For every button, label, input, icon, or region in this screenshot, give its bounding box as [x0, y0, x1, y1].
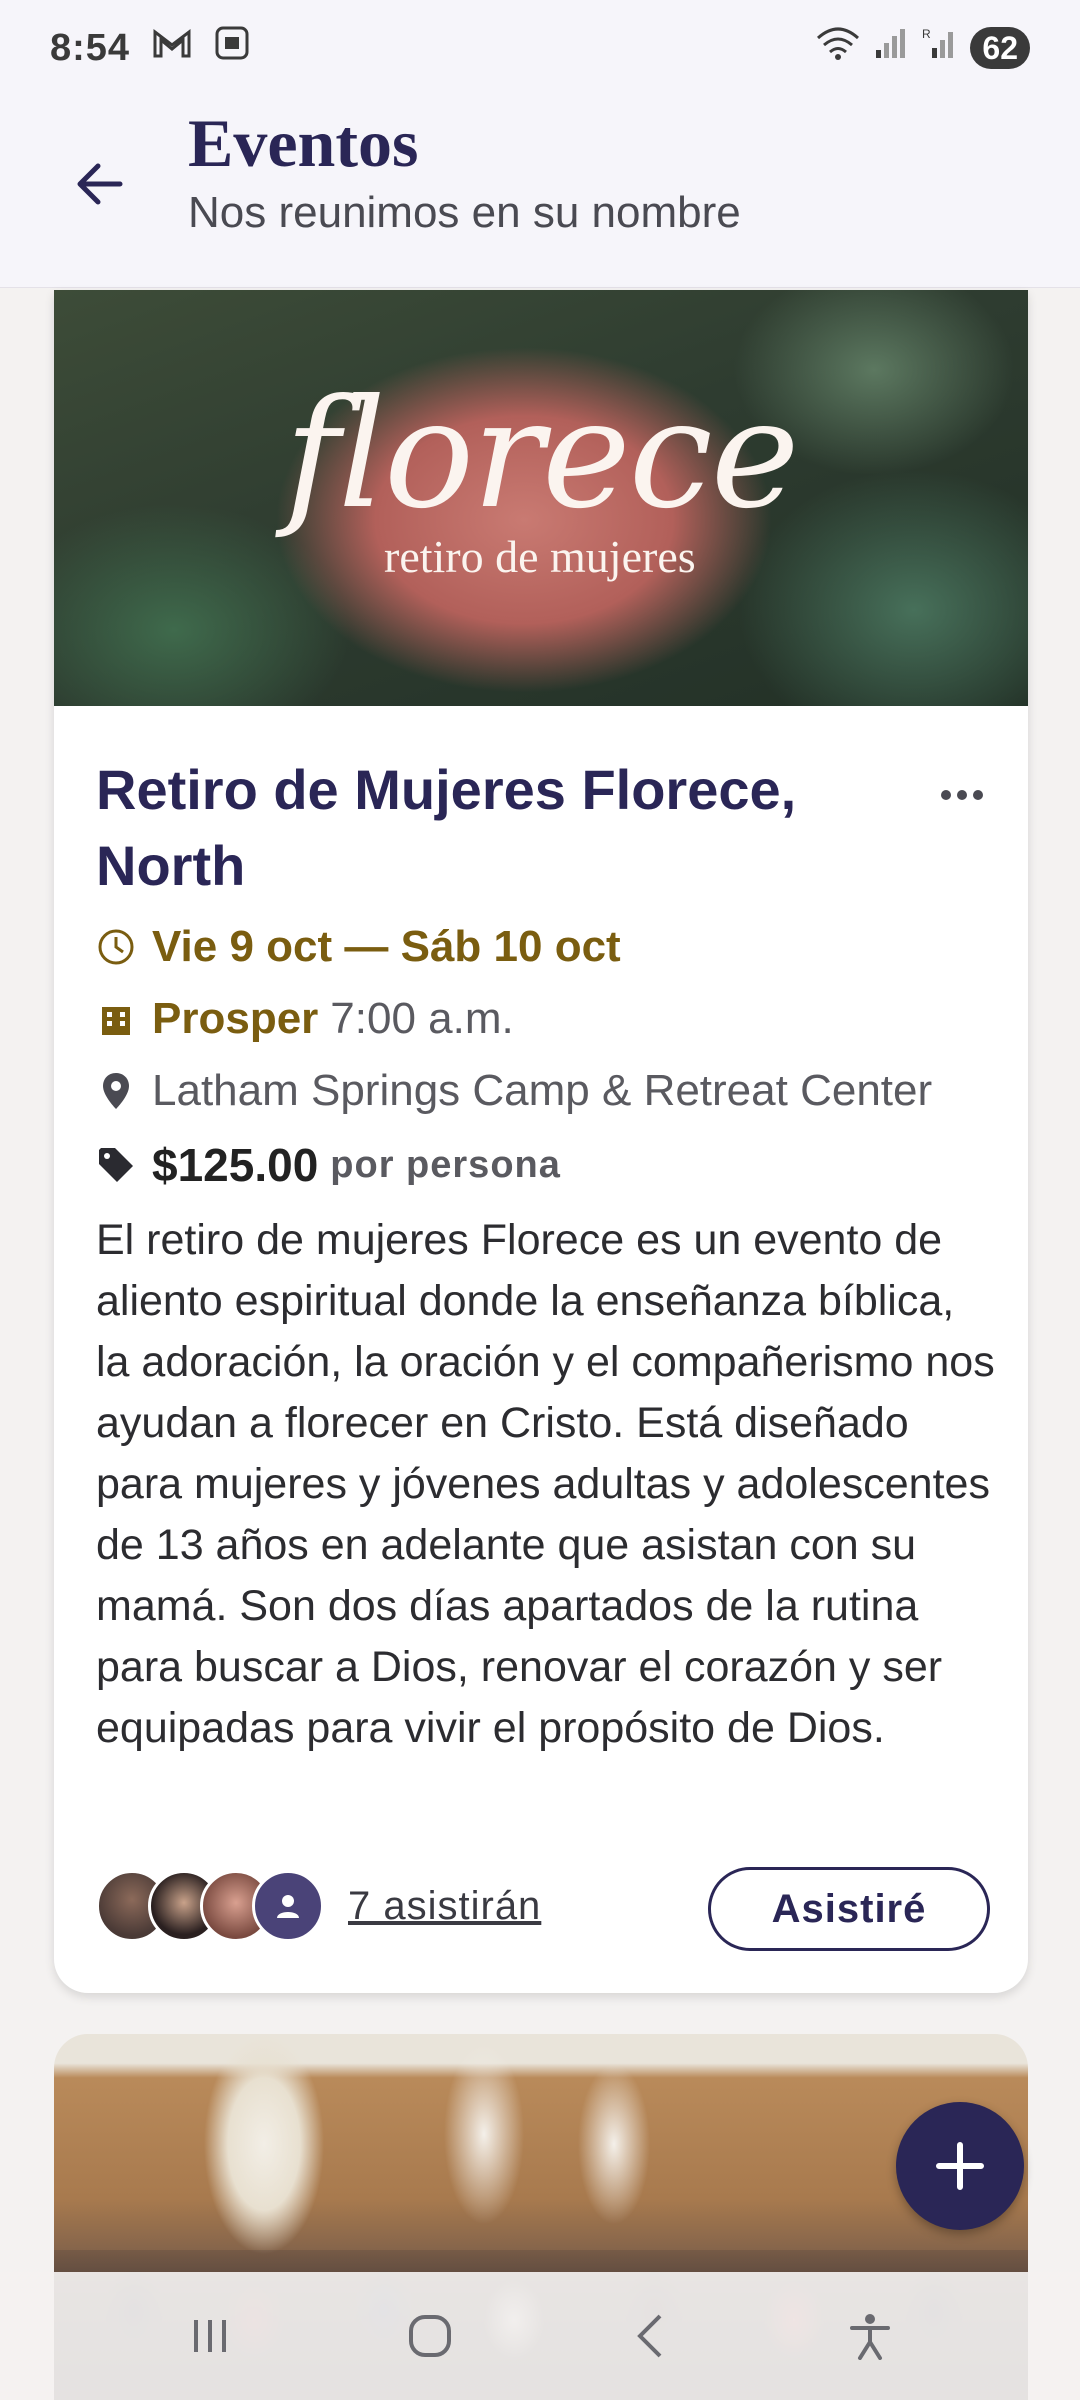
more-icon — [941, 790, 983, 800]
recent-apps-button[interactable] — [165, 2291, 255, 2381]
system-nav-bar — [0, 2272, 1080, 2400]
location-pin-icon — [96, 1071, 136, 1111]
system-back-button[interactable] — [605, 2291, 695, 2381]
event-campus-row: Prosper 7:00 a.m. — [96, 994, 514, 1044]
event-campus: Prosper — [152, 994, 319, 1043]
home-icon — [409, 2315, 451, 2357]
status-time: 8:54 — [50, 26, 131, 69]
event-time: 7:00 a.m. — [330, 994, 514, 1043]
accessibility-button[interactable] — [825, 2291, 915, 2381]
event-location: Latham Springs Camp & Retreat Center — [152, 1066, 933, 1115]
event-image-subtitle: retiro de mujeres — [384, 531, 696, 582]
attend-button[interactable]: Asistiré — [708, 1867, 990, 1951]
event-price: $125.00 — [152, 1139, 319, 1191]
more-options-button[interactable] — [922, 770, 1002, 820]
event-image-logo: florece — [284, 368, 799, 542]
page-title: Eventos — [188, 105, 419, 181]
battery-indicator: 62 — [970, 27, 1030, 69]
price-tag-icon — [96, 1145, 136, 1185]
event-location-row: Latham Springs Camp & Retreat Center — [96, 1066, 932, 1116]
attendees-row[interactable]: 7 asistirán — [96, 1870, 541, 1942]
status-bar: 8:54 R 62 — [0, 0, 1080, 96]
page-subtitle: Nos reunimos en su nombre — [188, 188, 741, 237]
event-price-unit: por persona — [330, 1143, 561, 1186]
event-card[interactable]: florece retiro de mujeres Retiro de Muje… — [54, 290, 1028, 1993]
person-icon — [277, 1895, 299, 1918]
screenshot-icon — [214, 25, 250, 71]
event-image: florece retiro de mujeres — [54, 290, 1028, 706]
event-title: Retiro de Mujeres Florece, North — [96, 758, 797, 897]
back-button[interactable] — [62, 146, 138, 222]
attendees-link[interactable]: 7 asistirán — [348, 1884, 541, 1929]
plus-icon — [936, 2142, 984, 2190]
signal-roaming-icon: R — [922, 26, 956, 70]
back-chevron-icon — [637, 2314, 662, 2358]
signal-icon — [874, 26, 908, 70]
event-price-row: $125.00 por persona — [96, 1138, 561, 1192]
accessibility-icon — [850, 2314, 890, 2360]
clock-icon — [96, 927, 136, 967]
building-icon — [96, 999, 136, 1039]
back-arrow-icon — [77, 163, 123, 205]
gmail-icon — [152, 27, 192, 70]
svg-text:R: R — [922, 27, 931, 41]
home-button[interactable] — [385, 2291, 475, 2381]
event-dates: Vie 9 oct — Sáb 10 oct — [152, 922, 621, 971]
recent-apps-icon — [194, 2320, 226, 2352]
add-event-button[interactable] — [896, 2102, 1024, 2230]
event-description: El retiro de mujeres Florece es un event… — [96, 1216, 995, 1752]
avatar — [252, 1870, 324, 1942]
app-header: Eventos Nos reunimos en su nombre — [0, 96, 1080, 288]
event-dates-row: Vie 9 oct — Sáb 10 oct — [96, 922, 621, 972]
wifi-icon — [816, 26, 860, 70]
